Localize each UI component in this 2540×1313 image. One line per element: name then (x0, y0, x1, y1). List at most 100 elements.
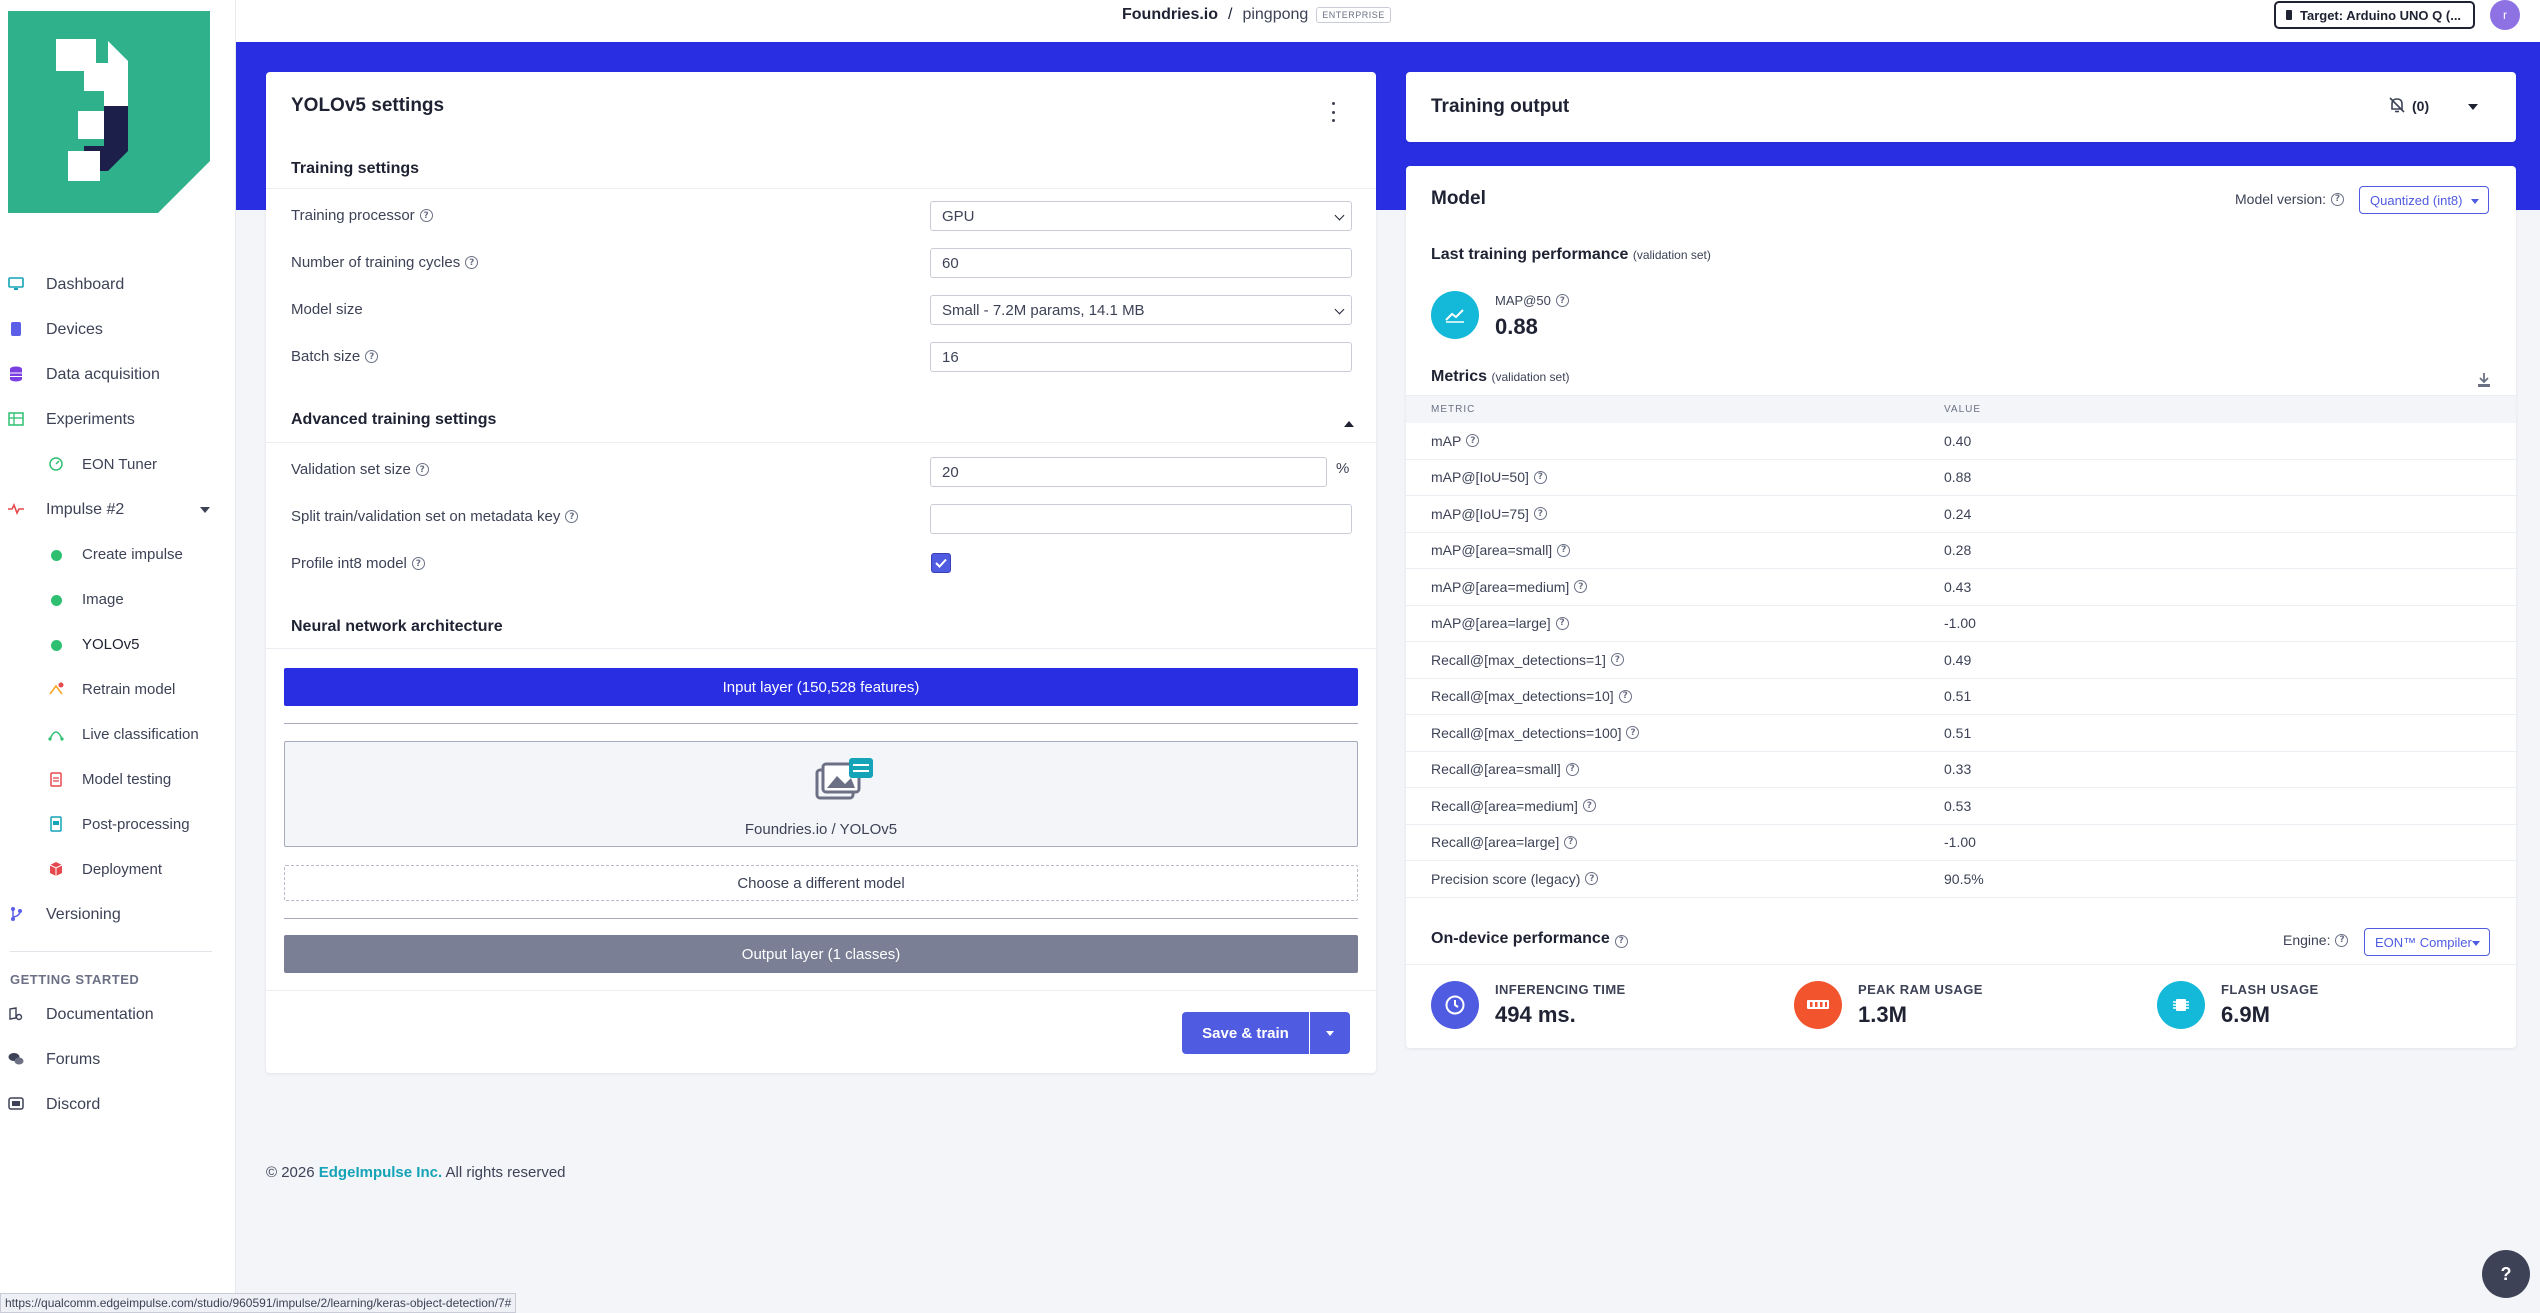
sidebar-item-eon-tuner[interactable]: EON Tuner (0, 442, 236, 487)
split-metadata-input[interactable] (930, 504, 1352, 534)
org-name[interactable]: Foundries.io (1122, 6, 1218, 24)
sidebar-item-label: Impulse #2 (46, 500, 125, 518)
target-device-button[interactable]: Target: Arduino UNO Q (... (2274, 1, 2475, 29)
project-name[interactable]: pingpong (1242, 6, 1308, 24)
batch-size-input[interactable]: 16 (930, 342, 1352, 372)
help-icon[interactable]: ? (1533, 507, 1547, 521)
training-cycles-input[interactable]: 60 (930, 248, 1352, 278)
choose-model-button[interactable]: Choose a different model (284, 865, 1358, 901)
sidebar-divider (10, 951, 212, 952)
sidebar-item-label: Deployment (82, 861, 163, 878)
help-icon[interactable]: ? (1582, 799, 1596, 813)
metric-name: Recall@[max_detections=100] (1431, 724, 1622, 741)
training-processor-select[interactable]: GPU (930, 201, 1352, 231)
help-icon[interactable]: ? (2331, 192, 2345, 206)
metric-value: 0.53 (1944, 797, 1972, 814)
table-row: mAP@[IoU=75]? 0.24 (1406, 496, 2516, 533)
divider (1406, 964, 2516, 965)
sidebar-item-impulse[interactable]: Impulse #2 (0, 487, 236, 532)
output-layer-block[interactable]: Output layer (1 classes) (284, 935, 1358, 973)
metric-name-cell: Recall@[area=medium]? (1406, 798, 1944, 814)
download-icon[interactable] (2476, 372, 2492, 388)
help-icon[interactable]: ? (1585, 872, 1599, 886)
sidebar-item-documentation[interactable]: Documentation (0, 992, 236, 1037)
metric-name-cell: mAP@[IoU=75]? (1406, 506, 1944, 522)
sidebar-item-yolov5[interactable]: YOLOv5 (0, 622, 236, 667)
help-icon[interactable]: ? (415, 463, 429, 476)
model-block[interactable]: Foundries.io / YOLOv5 (284, 741, 1358, 847)
validation-size-input[interactable]: 20 (930, 457, 1327, 487)
metric-name: mAP@[IoU=50] (1431, 469, 1529, 486)
help-icon[interactable]: ? (1555, 616, 1569, 630)
sidebar-item-data-acquisition[interactable]: Data acquisition (0, 352, 236, 397)
help-icon[interactable]: ? (365, 350, 379, 363)
help-icon[interactable]: ? (1466, 434, 1480, 448)
sidebar-item-discord[interactable]: Discord (0, 1082, 236, 1127)
sidebar-item-label: Live classification (82, 726, 199, 743)
sidebar-item-devices[interactable]: Devices (0, 307, 236, 352)
sidebar-item-label: Post-processing (82, 816, 190, 833)
avatar[interactable]: r (2490, 0, 2520, 30)
help-icon[interactable]: ? (1626, 726, 1640, 740)
sidebar-item-versioning[interactable]: Versioning (0, 892, 236, 937)
help-icon[interactable]: ? (1574, 580, 1588, 594)
label-text: Number of training cycles (291, 254, 461, 271)
save-train-dropdown[interactable] (1310, 1012, 1350, 1054)
sidebar-item-image[interactable]: Image (0, 577, 236, 622)
help-icon[interactable]: ? (565, 510, 579, 523)
sidebar-item-post-processing[interactable]: Post-processing (0, 802, 236, 847)
divider (284, 723, 1358, 724)
caret-down-icon (1326, 1030, 1334, 1036)
sidebar-item-model-testing[interactable]: Model testing (0, 757, 236, 802)
metric-name: Recall@[area=large] (1431, 834, 1560, 851)
metric-name: Recall@[max_detections=1] (1431, 651, 1606, 668)
sidebar-item-retrain-model[interactable]: Retrain model (0, 667, 236, 712)
sidebar-item-forums[interactable]: Forums (0, 1037, 236, 1082)
sidebar-item-label: EON Tuner (82, 456, 158, 473)
chevron-down-icon[interactable] (200, 507, 210, 513)
sidebar-item-deployment[interactable]: Deployment (0, 847, 236, 892)
help-icon[interactable]: ? (419, 209, 433, 222)
help-icon[interactable]: ? (1610, 653, 1624, 667)
yolov5-settings-card: YOLOv5 settings Training settings Traini… (266, 72, 1376, 1073)
help-icon[interactable]: ? (1564, 835, 1578, 849)
sidebar-item-dashboard[interactable]: Dashboard (0, 262, 236, 307)
label-text: Training processor (291, 207, 415, 224)
chevron-up-icon[interactable] (1344, 421, 1354, 427)
model-size-select[interactable]: Small - 7.2M params, 14.1 MB (930, 295, 1352, 325)
help-button[interactable]: ? (2482, 1250, 2530, 1298)
advanced-settings-heading[interactable]: Advanced training settings (291, 411, 496, 429)
help-icon[interactable]: ? (1614, 934, 1628, 948)
edge-impulse-logo[interactable] (8, 11, 210, 213)
help-icon[interactable]: ? (1565, 762, 1579, 776)
sidebar-item-create-impulse[interactable]: Create impulse (0, 532, 236, 577)
metric-name: Recall@[area=medium] (1431, 797, 1578, 814)
bell-off-icon[interactable] (2388, 96, 2406, 114)
heading-note: (validation set) (1632, 248, 1711, 262)
model-size-label: Model size (291, 301, 363, 318)
sidebar-item-live-classification[interactable]: Live classification (0, 712, 236, 757)
sidebar-item-experiments[interactable]: Experiments (0, 397, 236, 442)
input-layer-block[interactable]: Input layer (150,528 features) (284, 668, 1358, 706)
profile-int8-checkbox[interactable] (931, 553, 951, 573)
metrics-table: METRIC VALUE mAP? 0.40 mAP@[IoU=50]? 0.88 mA… (1406, 395, 2516, 898)
metric-name: Precision score (legacy) (1431, 870, 1581, 887)
help-icon[interactable]: ? (1533, 470, 1547, 484)
help-icon[interactable]: ? (1555, 294, 1569, 307)
engine-select[interactable]: EON™ Compiler (2364, 928, 2490, 956)
table-row: Recall@[area=medium]? 0.53 (1406, 788, 2516, 825)
metric-name-cell: Precision score (legacy)? (1406, 871, 1944, 887)
model-version-select[interactable]: Quantized (int8) (2359, 186, 2489, 214)
footer-brand-link[interactable]: EdgeImpulse Inc. (319, 1164, 442, 1181)
help-icon[interactable]: ? (1618, 689, 1632, 703)
help-icon[interactable]: ? (411, 557, 425, 570)
chevron-down-icon[interactable] (2468, 104, 2478, 110)
tuner-icon (48, 456, 64, 472)
save-train-button[interactable]: Save & train (1182, 1012, 1309, 1054)
peak-ram-label: PEAK RAM USAGE (1858, 982, 1983, 997)
help-icon[interactable]: ? (465, 256, 479, 269)
database-icon (8, 366, 24, 382)
help-icon[interactable]: ? (1557, 543, 1571, 557)
help-icon[interactable]: ? (2335, 933, 2349, 947)
more-options-icon[interactable] (1326, 102, 1340, 122)
